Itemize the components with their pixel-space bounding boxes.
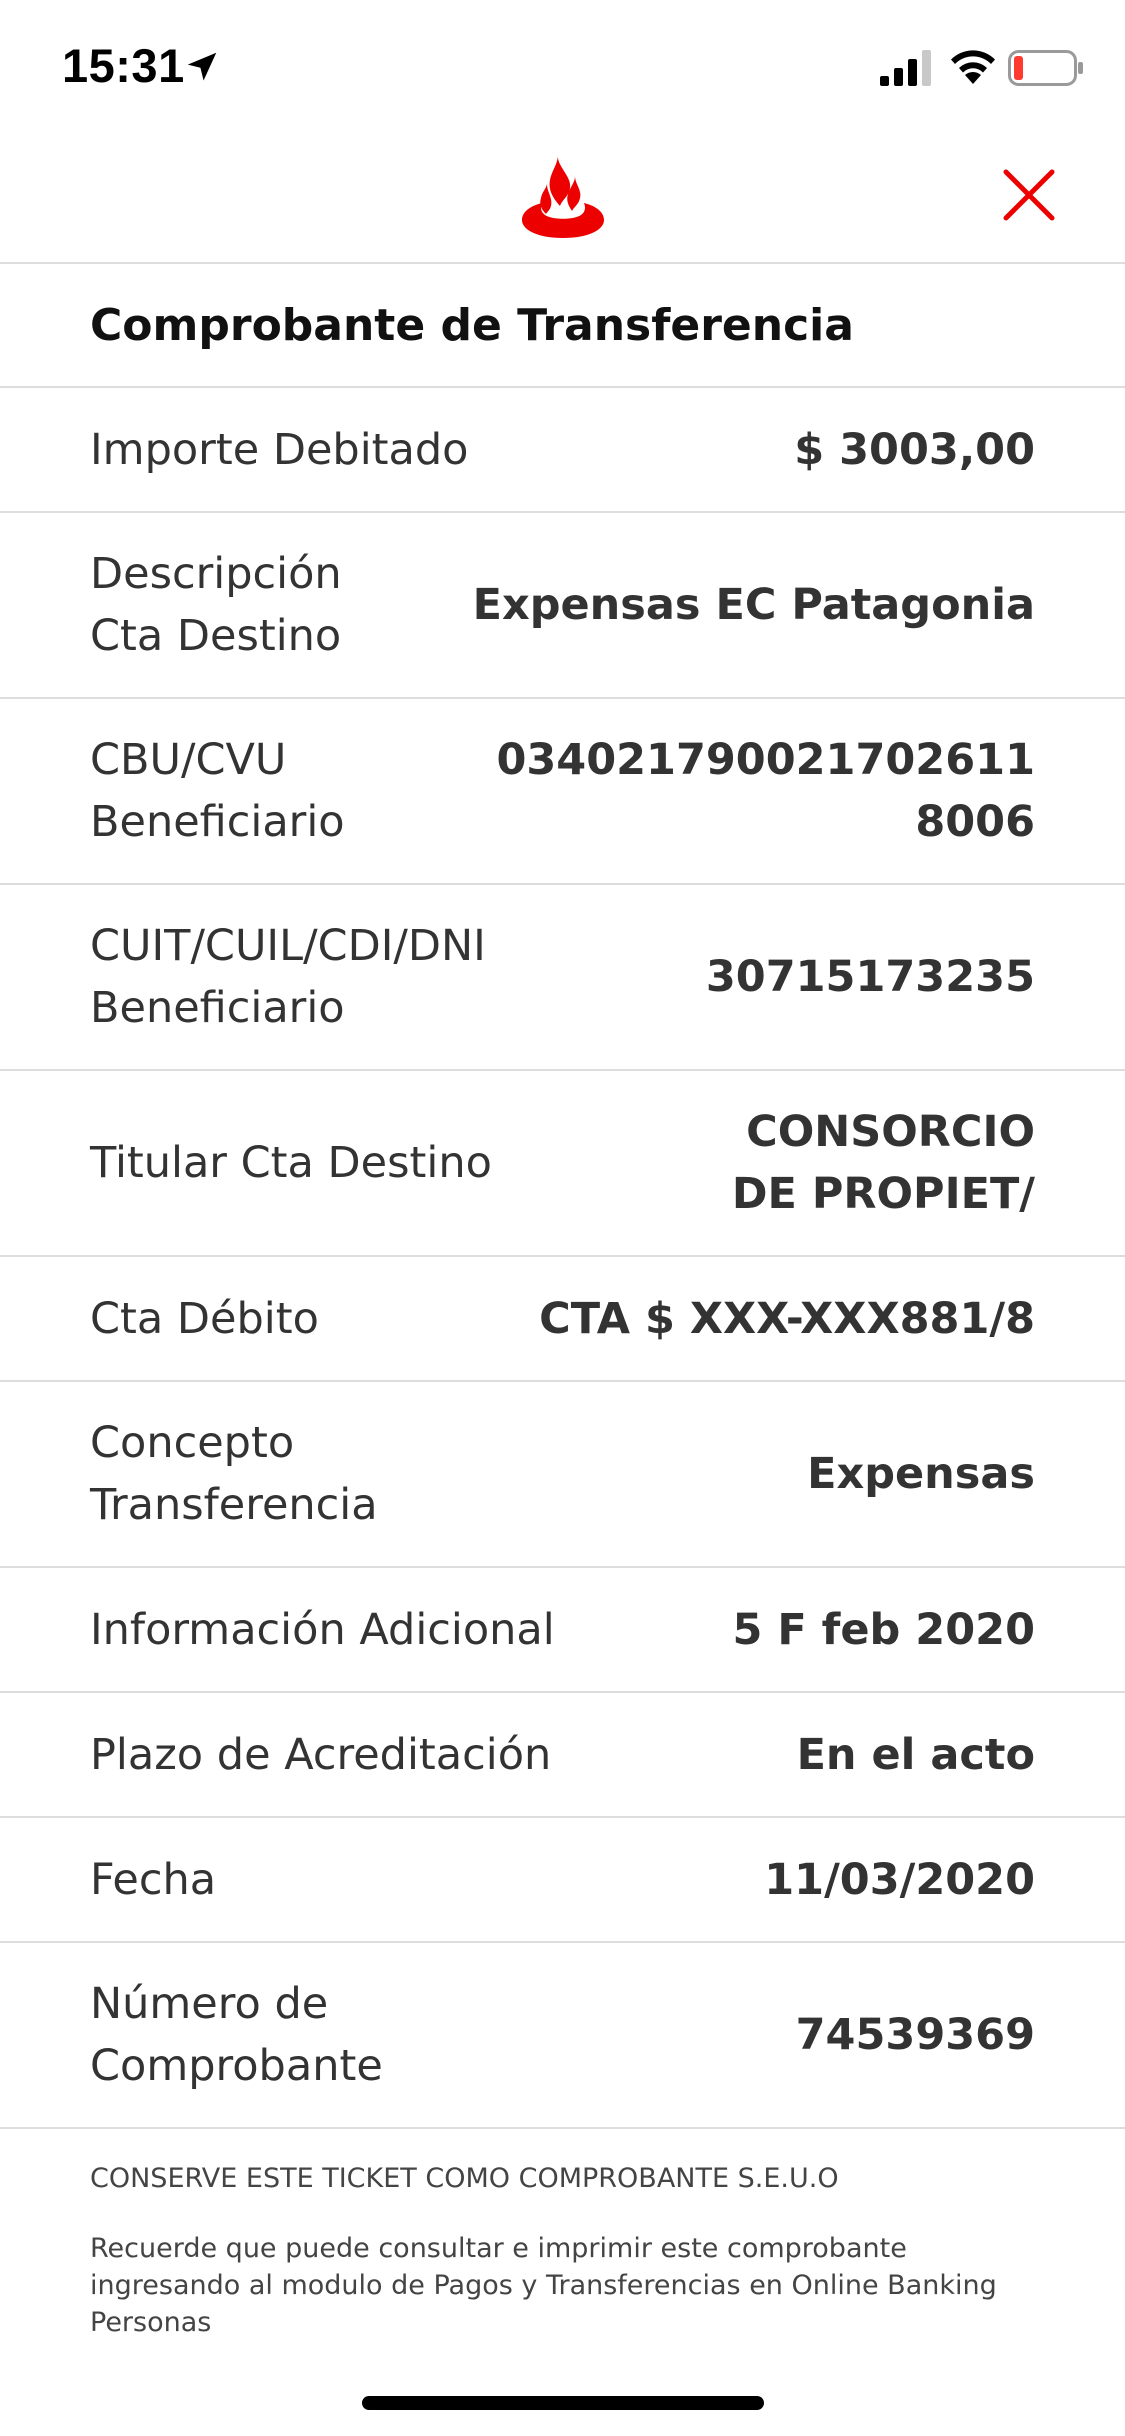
receipt-title: Comprobante de Transferencia [90,299,854,351]
row-label: CBU/CVU Beneficiario [90,735,345,847]
battery-low-icon [1008,50,1083,86]
row-value: Expensas [807,1449,1035,1499]
row-value: 5 F feb 2020 [732,1604,1035,1655]
wifi-icon [951,50,995,84]
conserve-ticket-note: CONSERVE ESTE TICKET COMO COMPROBANTE S.… [90,2163,839,2194]
row-value: CTA $ XXX-XXX881/8 [539,1293,1035,1344]
row-descripcion-cta-destino: Descripción Cta Destino Expensas EC Pata… [0,513,1125,699]
row-value: 034021790021702611 8006 [496,735,1035,847]
cellular-signal-icon [880,50,931,86]
row-value: 74539369 [795,2010,1035,2060]
row-plazo-acreditacion: Plazo de Acreditación En el acto [0,1693,1125,1818]
status-time: 15:31 [62,39,185,92]
santander-flame-icon [522,154,604,238]
row-label: Información Adicional [90,1604,555,1655]
receipt-title-row: Comprobante de Transferencia [0,264,1125,388]
row-cuit-beneficiario: CUIT/CUIL/CDI/DNI Beneficiario 307151732… [0,885,1125,1071]
row-importe-debitado: Importe Debitado $ 3003,00 [0,388,1125,513]
row-concepto-transferencia: Concepto Transferencia Expensas [0,1382,1125,1568]
row-label: Titular Cta Destino [90,1138,492,1188]
row-numero-comprobante: Número de Comprobante 74539369 [0,1943,1125,2129]
row-label: Descripción Cta Destino [90,549,342,661]
footer-notes: CONSERVE ESTE TICKET COMO COMPROBANTE S.… [0,2129,1125,2341]
home-indicator[interactable] [362,2396,764,2410]
close-icon [1003,169,1055,221]
row-titular-cta-destino: Titular Cta Destino CONSORCIO DE PROPIET… [0,1071,1125,1257]
app-header [0,132,1125,264]
row-label: Fecha [90,1854,217,1905]
row-label: Concepto Transferencia [90,1418,378,1530]
row-label: Número de Comprobante [90,1979,383,2091]
row-value: $ 3003,00 [794,424,1035,475]
row-value: CONSORCIO DE PROPIET/ [731,1107,1035,1219]
row-label: Plazo de Acreditación [90,1729,552,1780]
row-informacion-adicional: Información Adicional 5 F feb 2020 [0,1568,1125,1693]
row-value: En el acto [796,1729,1035,1780]
transfer-receipt: Comprobante de Transferencia Importe Deb… [0,264,1125,2341]
location-arrow-icon [187,52,217,81]
row-value: 30715173235 [705,952,1035,1002]
row-label: CUIT/CUIL/CDI/DNI Beneficiario [90,921,486,1033]
online-banking-note: Recuerde que puede consultar e imprimir … [90,2233,997,2338]
row-value: 11/03/2020 [764,1854,1035,1905]
close-button[interactable] [994,160,1064,230]
status-bar: 15:31 [0,0,1125,132]
row-label: Importe Debitado [90,424,469,475]
row-cta-debito: Cta Débito CTA $ XXX-XXX881/8 [0,1257,1125,1382]
row-fecha: Fecha 11/03/2020 [0,1818,1125,1943]
row-label: Cta Débito [90,1293,319,1344]
row-value: Expensas EC Patagonia [472,580,1035,630]
row-cbu-cvu-beneficiario: CBU/CVU Beneficiario 034021790021702611 … [0,699,1125,885]
